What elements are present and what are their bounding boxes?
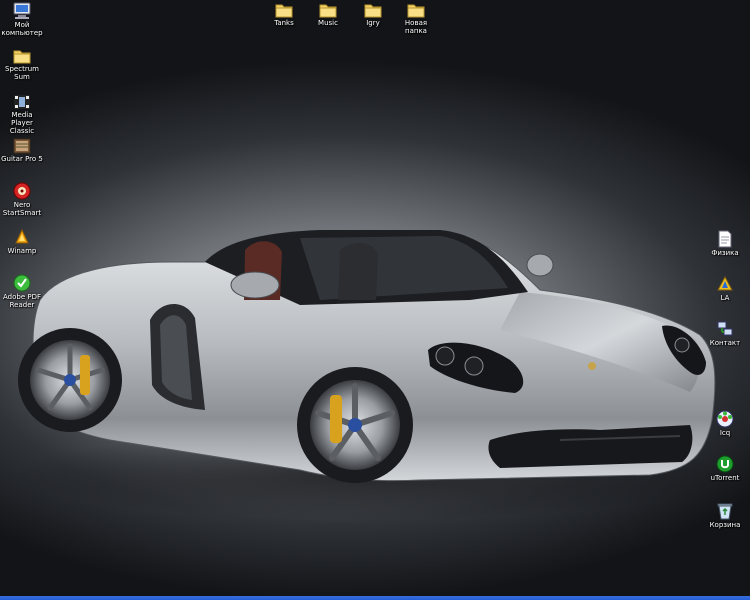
nero-icon xyxy=(13,182,31,200)
icon-label: uTorrent xyxy=(710,474,740,482)
desktop-icon-media-player[interactable]: Media Player Classic xyxy=(0,94,44,135)
desktop-icon-spectrum[interactable]: Spectrum Sum xyxy=(0,48,44,81)
desktop-icon-tanks[interactable]: Tanks xyxy=(262,2,306,27)
icon-label: Корзина xyxy=(709,521,741,529)
folder-icon xyxy=(319,4,337,18)
desktop-icon-utorrent[interactable]: uTorrent xyxy=(703,455,747,482)
icon-label: Icq xyxy=(719,429,731,437)
desktop-icon-igry[interactable]: Igry xyxy=(351,2,395,27)
icon-label: Guitar Pro 5 xyxy=(1,155,43,163)
icon-label: Winamp xyxy=(7,247,37,255)
icon-label: Мой компьютер xyxy=(1,21,43,37)
recycle-bin-icon xyxy=(717,503,733,520)
icon-label: Nero StartSmart xyxy=(2,201,42,217)
folder-icon xyxy=(13,50,31,64)
desktop[interactable]: Мой компьютер Spectrum Sum Media Player … xyxy=(0,0,750,600)
car-wallpaper xyxy=(10,230,730,520)
folder-icon xyxy=(364,4,382,18)
icon-label: Media Player Classic xyxy=(9,111,35,135)
network-icon xyxy=(717,321,733,336)
media-player-icon xyxy=(14,95,30,109)
desktop-icon-kontakt[interactable]: Контакт xyxy=(703,320,747,347)
document-icon xyxy=(718,230,732,248)
folder-icon xyxy=(275,4,293,18)
desktop-icon-fizika[interactable]: Физика xyxy=(703,230,747,257)
desktop-icon-recycle-bin[interactable]: Корзина xyxy=(703,502,747,529)
icon-label: Новая папка xyxy=(404,19,428,35)
icon-label: Music xyxy=(318,19,338,27)
desktop-icon-icq[interactable]: Icq xyxy=(703,410,747,437)
icon-label: Tanks xyxy=(274,19,294,27)
icon-label: Физика xyxy=(711,249,739,257)
shortcut-icon xyxy=(717,275,733,291)
icq-icon xyxy=(716,410,734,428)
icon-label: LA xyxy=(720,294,730,302)
icon-label: Adobe PDF Reader xyxy=(2,293,41,309)
taskbar-edge[interactable] xyxy=(0,596,750,600)
desktop-icon-new-folder[interactable]: Новая папка xyxy=(394,2,438,35)
adobe-reader-icon xyxy=(13,274,31,292)
desktop-icon-la[interactable]: LA xyxy=(703,275,747,302)
icon-label: Контакт xyxy=(709,339,741,347)
icon-label: Spectrum Sum xyxy=(5,65,39,81)
guitar-pro-icon xyxy=(13,138,31,154)
desktop-icon-adobe-reader[interactable]: Adobe PDF Reader xyxy=(0,274,44,309)
winamp-icon xyxy=(15,228,29,244)
folder-icon xyxy=(407,4,425,18)
my-computer-icon xyxy=(13,2,31,19)
utorrent-icon xyxy=(716,455,734,473)
desktop-icon-music[interactable]: Music xyxy=(306,2,350,27)
icon-label: Igry xyxy=(366,19,380,27)
desktop-icon-guitar-pro[interactable]: Guitar Pro 5 xyxy=(0,138,44,163)
desktop-icon-nero[interactable]: Nero StartSmart xyxy=(0,182,44,217)
desktop-icon-my-computer[interactable]: Мой компьютер xyxy=(0,2,44,37)
desktop-icon-winamp[interactable]: Winamp xyxy=(0,228,44,255)
